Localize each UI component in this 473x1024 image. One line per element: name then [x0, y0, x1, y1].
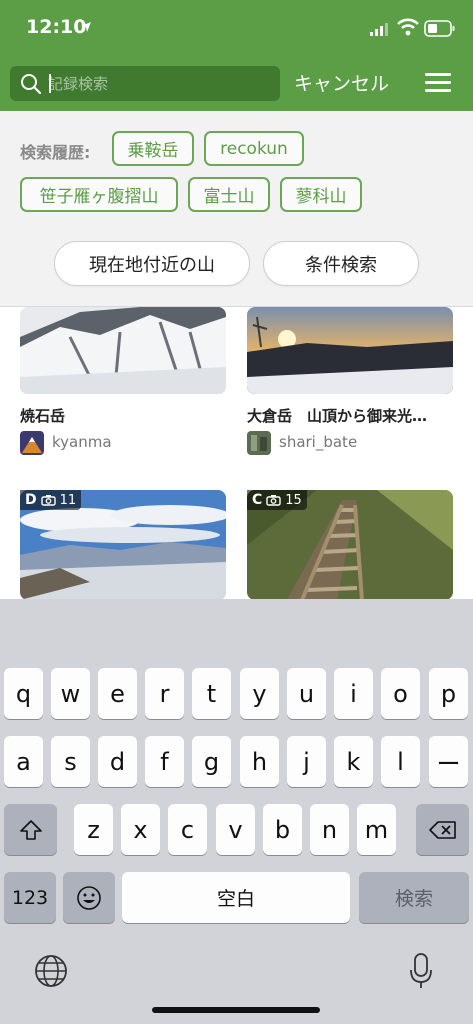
numbers-key[interactable]: 123	[4, 872, 56, 923]
key-a[interactable]: a	[4, 736, 43, 787]
search-box[interactable]	[10, 66, 280, 101]
camera-icon	[266, 495, 281, 506]
record-title[interactable]: 焼石岳	[20, 405, 226, 426]
cancel-button[interactable]: キャンセル	[294, 69, 389, 96]
key-v[interactable]: v	[216, 804, 255, 855]
key-i[interactable]: i	[334, 668, 373, 719]
wifi-icon	[397, 18, 419, 36]
backspace-icon	[428, 820, 456, 839]
shift-icon	[19, 819, 42, 840]
status-bar: 12:10	[0, 0, 473, 56]
search-input[interactable]	[48, 66, 273, 101]
key-f[interactable]: f	[145, 736, 184, 787]
key-b[interactable]: b	[263, 804, 302, 855]
history-chip[interactable]: 富士山	[188, 177, 270, 212]
key-d[interactable]: d	[98, 736, 137, 787]
grade-letter: C	[252, 492, 263, 508]
key-k[interactable]: k	[334, 736, 373, 787]
battery-icon	[424, 20, 455, 37]
microphone-icon[interactable]	[408, 952, 434, 990]
emoji-key[interactable]	[63, 872, 115, 923]
history-chip[interactable]: recokun	[204, 131, 304, 166]
home-indicator	[152, 1007, 320, 1013]
location-arrow-icon	[81, 22, 91, 32]
search-history-panel: 検索履歴: 乗鞍岳 recokun 笹子雁ヶ腹摺山 富士山 蓼科山 現在地付近の…	[0, 111, 473, 307]
hamburger-menu-icon[interactable]	[425, 73, 451, 93]
text-cursor	[49, 74, 51, 93]
key-m[interactable]: m	[357, 804, 396, 855]
key-long-vowel[interactable]: ー	[429, 736, 468, 787]
shift-key[interactable]	[4, 804, 57, 855]
record-badge: D 11	[20, 490, 82, 510]
search-key[interactable]: 検索	[359, 872, 469, 923]
status-time: 12:10	[26, 16, 87, 38]
key-q[interactable]: q	[4, 668, 43, 719]
username[interactable]: shari_bate	[279, 433, 357, 451]
key-o[interactable]: o	[381, 668, 420, 719]
search-icon	[21, 74, 42, 95]
record-thumbnail[interactable]	[20, 307, 226, 394]
username[interactable]: kyanma	[52, 433, 112, 451]
grade-letter: D	[25, 492, 37, 508]
emoji-icon	[77, 885, 101, 910]
history-chip[interactable]: 笹子雁ヶ腹摺山	[20, 177, 178, 212]
key-h[interactable]: h	[240, 736, 279, 787]
records-grid: 焼石岳 kyanma 大倉岳 山頂から御来光… shari_bate D 11 …	[0, 307, 473, 599]
delete-key[interactable]	[416, 804, 469, 855]
condition-search-button[interactable]: 条件検索	[263, 241, 419, 286]
camera-icon	[40, 495, 56, 506]
key-t[interactable]: t	[192, 668, 231, 719]
key-c[interactable]: c	[168, 804, 207, 855]
key-e[interactable]: e	[98, 668, 137, 719]
key-y[interactable]: y	[240, 668, 279, 719]
space-key[interactable]: 空白	[122, 872, 350, 923]
record-badge: C 15	[247, 490, 307, 510]
key-r[interactable]: r	[145, 668, 184, 719]
app-header: 12:10 キャンセル	[0, 0, 473, 111]
photo-count: 11	[59, 492, 77, 508]
key-z[interactable]: z	[74, 804, 113, 855]
nearby-mountains-button[interactable]: 現在地付近の山	[54, 241, 250, 286]
key-g[interactable]: g	[192, 736, 231, 787]
key-l[interactable]: l	[381, 736, 420, 787]
record-title[interactable]: 大倉岳 山頂から御来光…	[247, 405, 453, 426]
globe-icon[interactable]	[34, 954, 68, 988]
key-s[interactable]: s	[51, 736, 90, 787]
key-j[interactable]: j	[287, 736, 326, 787]
history-chip[interactable]: 乗鞍岳	[112, 131, 194, 166]
key-p[interactable]: p	[429, 668, 468, 719]
key-w[interactable]: w	[51, 668, 90, 719]
user-avatar	[247, 431, 271, 455]
cellular-signal-icon	[370, 23, 388, 36]
photo-count: 15	[285, 492, 302, 508]
search-history-label: 検索履歴:	[20, 143, 91, 162]
key-n[interactable]: n	[310, 804, 349, 855]
user-avatar	[20, 431, 44, 455]
key-u[interactable]: u	[287, 668, 326, 719]
ios-keyboard: q w e r t y u i o p a s d f g h j k l ー …	[0, 599, 473, 1024]
record-thumbnail[interactable]	[247, 307, 453, 394]
key-x[interactable]: x	[121, 804, 160, 855]
history-chip[interactable]: 蓼科山	[280, 177, 362, 212]
